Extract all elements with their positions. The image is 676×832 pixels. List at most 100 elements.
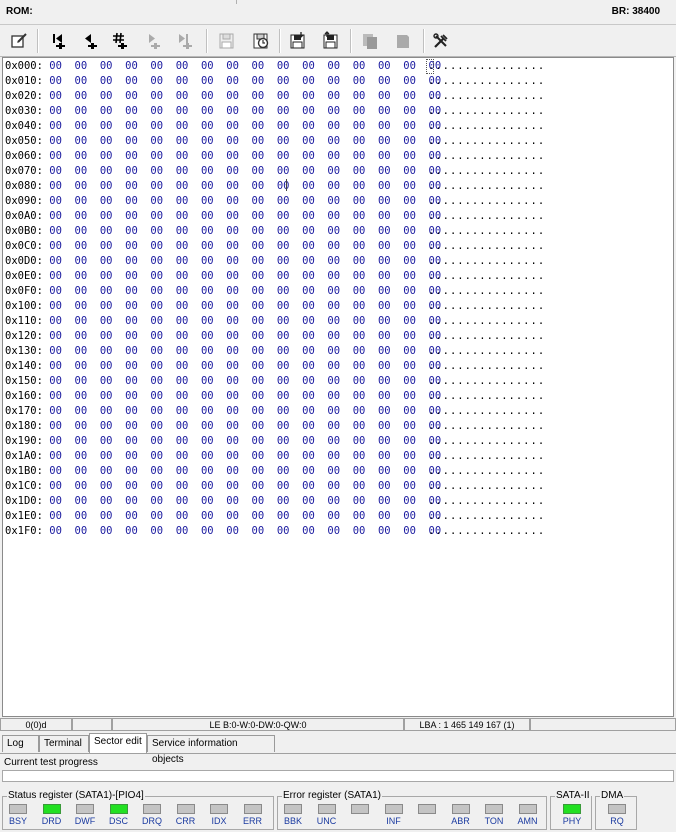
hex-row-ascii[interactable]: ................ [428,494,545,509]
register-led [384,804,403,814]
hex-row-ascii[interactable]: ................ [428,344,545,359]
hex-row-ascii[interactable]: ................ [428,524,545,539]
hex-row-bytes[interactable]: 00 00 00 00 00 00 00 00 00 00 00 00 00 0… [43,210,441,222]
hex-row-ascii[interactable]: ................ [428,509,545,524]
register-led [109,804,128,814]
hex-row-bytes[interactable]: 00 00 00 00 00 00 00 00 00 00 00 00 00 0… [43,60,441,72]
hex-row-ascii[interactable]: ................ [428,59,545,74]
hex-row-bytes[interactable]: 00 00 00 00 00 00 00 00 00 00 00 00 00 0… [43,360,441,372]
hex-row-bytes[interactable]: 00 00 00 00 00 00 00 00 00 00 00 00 00 0… [43,285,441,297]
hex-row-bytes[interactable]: 00 00 00 00 00 00 00 00 00 00 00 00 00 0… [43,375,441,387]
hex-row-bytes[interactable]: 00 00 00 00 00 00 00 00 00 00 00 00 00 0… [43,420,441,432]
hex-row-bytes[interactable]: 00 00 00 00 00 00 00 00 00 00 00 00 00 0… [43,240,441,252]
hex-row-bytes[interactable]: 00 00 00 00 00 00 00 00 00 00 00 00 00 0… [43,300,441,312]
hex-row-ascii[interactable]: ................ [428,239,545,254]
hex-row-ascii[interactable]: ................ [428,404,545,419]
hex-row-ascii[interactable]: ................ [428,194,545,209]
hex-row-ascii[interactable]: ................ [428,224,545,239]
hex-row: 0x0F0: 00 00 00 00 00 00 00 00 00 00 00 … [5,284,544,299]
hex-row-ascii[interactable]: ................ [428,104,545,119]
hex-row: 0x0A0: 00 00 00 00 00 00 00 00 00 00 00 … [5,209,544,224]
hex-row-ascii[interactable]: ................ [428,449,545,464]
register-bit-label: UNC [316,816,337,826]
next-sector-button[interactable] [140,28,166,54]
hex-row-bytes[interactable]: 00 00 00 00 00 00 00 00 00 00 00 00 00 0… [43,525,441,537]
tab-log[interactable]: Log [2,735,39,752]
hex-row-ascii[interactable]: ................ [428,434,545,449]
hex-row-ascii[interactable]: ................ [428,179,545,194]
register-bit-label: PHY [562,816,582,826]
hex-row-bytes[interactable]: 00 00 00 00 00 00 00 00 00 00 00 00 00 0… [43,435,441,447]
hex-row-bytes[interactable]: 00 00 00 00 00 00 00 00 00 00 00 00 00 0… [43,405,441,417]
hex-row: 0x110: 00 00 00 00 00 00 00 00 00 00 00 … [5,314,544,329]
hex-row-ascii[interactable]: ................ [428,119,545,134]
hex-row-bytes[interactable]: 00 00 00 00 00 00 00 00 00 00 00 00 00 0… [43,510,441,522]
toolbar [0,25,676,57]
goto-sector-button[interactable] [107,28,133,54]
first-sector-button[interactable] [45,28,71,54]
register-bit-label: ABR [451,816,470,826]
hex-row-bytes[interactable]: 00 00 00 00 00 00 00 00 00 00 00 00 00 0… [43,495,441,507]
progress-label: Current test progress [4,757,98,768]
hex-row-bytes[interactable]: 00 00 00 00 00 00 00 00 00 00 00 00 00 0… [43,135,441,147]
hex-row-ascii[interactable]: ................ [428,149,545,164]
lba-readout: LBA : 1 465 149 167 (1) [404,718,530,731]
tools-button[interactable] [428,28,454,54]
register-bit-label: BSY [8,816,27,826]
hex-row-address: 0x150: [5,375,43,387]
hex-row-bytes[interactable]: 00 00 00 00 00 00 00 00 00 00 00 00 00 0… [43,165,441,177]
hex-row-ascii[interactable]: ................ [428,89,545,104]
hex-row-bytes[interactable]: 00 00 00 00 00 00 00 00 00 00 00 00 00 0… [43,345,441,357]
prev-sector-button[interactable] [77,28,103,54]
tab-service-information-objects[interactable]: Service information objects [147,735,275,765]
hex-row-ascii[interactable]: ................ [428,314,545,329]
hex-row-ascii[interactable]: ................ [428,284,545,299]
read-sector-button[interactable] [248,28,274,54]
copy-button[interactable] [357,28,383,54]
hex-row-bytes[interactable]: 00 00 00 00 00 00 00 00 00 00 00 00 00 0… [43,75,441,87]
hex-row-bytes[interactable]: 00 00 00 00 00 00 00 00 00 00 00 00 00 0… [43,90,441,102]
save-sector-button[interactable] [214,28,240,54]
load-from-file-button[interactable] [318,28,344,54]
register-bit-label: CRR [175,816,196,826]
hex-row-ascii[interactable]: ................ [428,479,545,494]
hex-row-address: 0x170: [5,405,43,417]
hex-row-ascii[interactable]: ................ [428,464,545,479]
hex-row-bytes[interactable]: 00 00 00 00 00 00 00 00 00 00 00 00 00 0… [43,225,441,237]
hex-row-ascii[interactable]: ................ [428,134,545,149]
tab-sector-edit[interactable]: Sector edit [89,733,147,753]
save-to-file-button[interactable] [285,28,311,54]
hex-row-bytes[interactable]: 00 00 00 00 00 00 00 00 00 00 00 00 00 0… [43,120,441,132]
hex-row-bytes[interactable]: 00 00 00 00 00 00 00 00 00 00 00 00 00 0… [43,195,441,207]
hex-row-bytes[interactable]: 00 00 00 00 00 00 00 00 00 00 00 00 00 0… [43,465,441,477]
hex-row-ascii[interactable]: ................ [428,374,545,389]
hex-row-ascii[interactable]: ................ [428,299,545,314]
hex-row-bytes[interactable]: 00 00 00 00 00 00 00 00 00 00 00 00 00 0… [43,150,441,162]
hex-row-bytes[interactable]: 00 00 00 00 00 00 00 00 00 00 00 00 00 0… [43,330,441,342]
hex-row-bytes[interactable]: 00 00 00 00 00 00 00 00 00 00 00 00 00 0… [43,255,441,267]
hex-row-ascii[interactable]: ................ [428,254,545,269]
hex-row-bytes[interactable]: 00 00 00 00 00 00 00 00 00 00 00 00 00 0… [43,480,441,492]
hex-row-ascii[interactable]: ................ [428,329,545,344]
tab-terminal[interactable]: Terminal [39,735,89,752]
hex-row-ascii[interactable]: ................ [428,209,545,224]
hex-row-ascii[interactable]: ................ [428,389,545,404]
hex-row-bytes[interactable]: 00 00 00 00 00 00 00 00 00 00 00 00 00 0… [43,270,441,282]
hex-row-bytes[interactable]: 00 00 00 00 00 00 00 00 00 00 00 00 00 0… [43,180,441,192]
sector-edit-button[interactable] [6,28,32,54]
last-sector-button[interactable] [172,28,198,54]
hex-row-ascii[interactable]: ................ [428,359,545,374]
paste-button[interactable] [390,28,416,54]
hex-row-bytes[interactable]: 00 00 00 00 00 00 00 00 00 00 00 00 00 0… [43,315,441,327]
hex-row-bytes[interactable]: 00 00 00 00 00 00 00 00 00 00 00 00 00 0… [43,390,441,402]
hex-row-ascii[interactable]: ................ [428,164,545,179]
register-bit-label: INF [386,816,401,826]
hex-row-ascii[interactable]: ................ [428,269,545,284]
hex-row-bytes[interactable]: 00 00 00 00 00 00 00 00 00 00 00 00 00 0… [43,450,441,462]
hex-row-bytes[interactable]: 00 00 00 00 00 00 00 00 00 00 00 00 00 0… [43,105,441,117]
hex-row-ascii[interactable]: ................ [428,419,545,434]
hex-row-ascii[interactable]: ................ [428,74,545,89]
hex-editor[interactable]: 0x000: 00 00 00 00 00 00 00 00 00 00 00 … [2,57,674,717]
hex-row: 0x1B0: 00 00 00 00 00 00 00 00 00 00 00 … [5,464,544,479]
hex-row: 0x090: 00 00 00 00 00 00 00 00 00 00 00 … [5,194,544,209]
